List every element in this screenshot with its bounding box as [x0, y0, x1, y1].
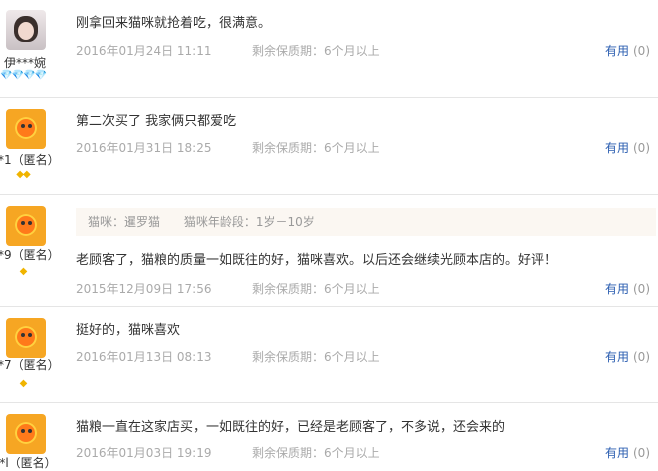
review-meta: 2016年01月13日 08:13 剩余保质期：6个月以上 — [76, 348, 380, 365]
review-date: 2016年01月03日 19:19 — [76, 446, 212, 460]
tag-cat-age: 猫咪年龄段：1岁－10岁 — [183, 215, 315, 229]
review-meta: 2016年01月31日 18:25 剩余保质期：6个月以上 — [76, 139, 380, 156]
useful-vote: 有用 (0) — [605, 42, 650, 59]
useful-vote: 有用 (0) — [605, 280, 650, 297]
member-level-badges: ◆ — [19, 266, 28, 277]
review-text: 猫粮一直在这家店买，一如既往的好，已经是老顾客了，不多说，还会来的 — [76, 420, 506, 435]
useful-button[interactable]: 有用 — [605, 350, 629, 364]
useful-vote: 有用 (0) — [605, 444, 650, 461]
useful-count: (0) — [633, 350, 650, 364]
review-meta: 2016年01月03日 19:19 剩余保质期：6个月以上 — [76, 444, 380, 461]
review-date: 2015年12月09日 17:56 — [76, 282, 212, 296]
review-item: **7（匿名） ◆ 挺好的，猫咪喜欢 2016年01月13日 08:13 剩余保… — [0, 306, 658, 403]
reviewer-name: **l（匿名） — [0, 456, 57, 470]
review-date: 2016年01月24日 11:11 — [76, 44, 212, 58]
review-text: 挺好的，猫咪喜欢 — [76, 323, 181, 338]
useful-button[interactable]: 有用 — [605, 44, 629, 58]
review-text: 刚拿回来猫咪就抢着吃，很满意。 — [76, 16, 272, 31]
review-meta: 2015年12月09日 17:56 剩余保质期：6个月以上 — [76, 280, 380, 297]
user-avatar[interactable] — [6, 206, 46, 246]
review-item: 伊***婉 💎💎💎💎 刚拿回来猫咪就抢着吃，很满意。 2016年01月24日 1… — [0, 0, 658, 98]
member-level-badges: 💎💎💎💎 — [0, 70, 47, 81]
review-meta: 2016年01月24日 11:11 剩余保质期：6个月以上 — [76, 42, 380, 59]
member-level-badges: ◆◆ — [16, 169, 30, 180]
useful-vote: 有用 (0) — [605, 139, 650, 156]
review-text: 第二次买了 我家俩只都爱吃 — [76, 114, 237, 129]
user-avatar[interactable] — [6, 10, 46, 50]
review-item: **9（匿名） ◆ 猫咪：暹罗猫 猫咪年龄段：1岁－10岁 老顾客了，猫粮的质量… — [0, 194, 658, 307]
tag-cat-breed: 猫咪：暹罗猫 — [88, 215, 161, 229]
user-avatar[interactable] — [6, 109, 46, 149]
shelf-life: 剩余保质期：6个月以上 — [252, 282, 380, 296]
shelf-life: 剩余保质期：6个月以上 — [252, 446, 380, 460]
useful-count: (0) — [633, 282, 650, 296]
user-avatar[interactable] — [6, 318, 46, 358]
review-date: 2016年01月13日 08:13 — [76, 350, 212, 364]
shelf-life: 剩余保质期：6个月以上 — [252, 141, 380, 155]
useful-count: (0) — [633, 44, 650, 58]
review-item: **1（匿名） ◆◆ 第二次买了 我家俩只都爱吃 2016年01月31日 18:… — [0, 97, 658, 195]
useful-vote: 有用 (0) — [605, 348, 650, 365]
useful-button[interactable]: 有用 — [605, 141, 629, 155]
review-text: 老顾客了，猫粮的质量一如既往的好，猫咪喜欢。以后还会继续光顾本店的。好评！ — [76, 253, 558, 268]
useful-count: (0) — [633, 446, 650, 460]
review-item: **l（匿名） 猫粮一直在这家店买，一如既往的好，已经是老顾客了，不多说，还会来… — [0, 402, 658, 470]
member-level-badges: ◆ — [19, 378, 28, 389]
useful-button[interactable]: 有用 — [605, 446, 629, 460]
review-date: 2016年01月31日 18:25 — [76, 141, 212, 155]
reviewer-name: 伊***婉 — [3, 56, 46, 70]
user-avatar[interactable] — [6, 414, 46, 454]
useful-button[interactable]: 有用 — [605, 282, 629, 296]
reviewer-name: **9（匿名） — [0, 248, 60, 262]
reviewer-name: **7（匿名） — [0, 358, 60, 372]
useful-count: (0) — [633, 141, 650, 155]
shelf-life: 剩余保质期：6个月以上 — [252, 44, 380, 58]
pet-info-tags: 猫咪：暹罗猫 猫咪年龄段：1岁－10岁 — [76, 208, 656, 236]
shelf-life: 剩余保质期：6个月以上 — [252, 350, 380, 364]
reviewer-name: **1（匿名） — [0, 153, 60, 167]
